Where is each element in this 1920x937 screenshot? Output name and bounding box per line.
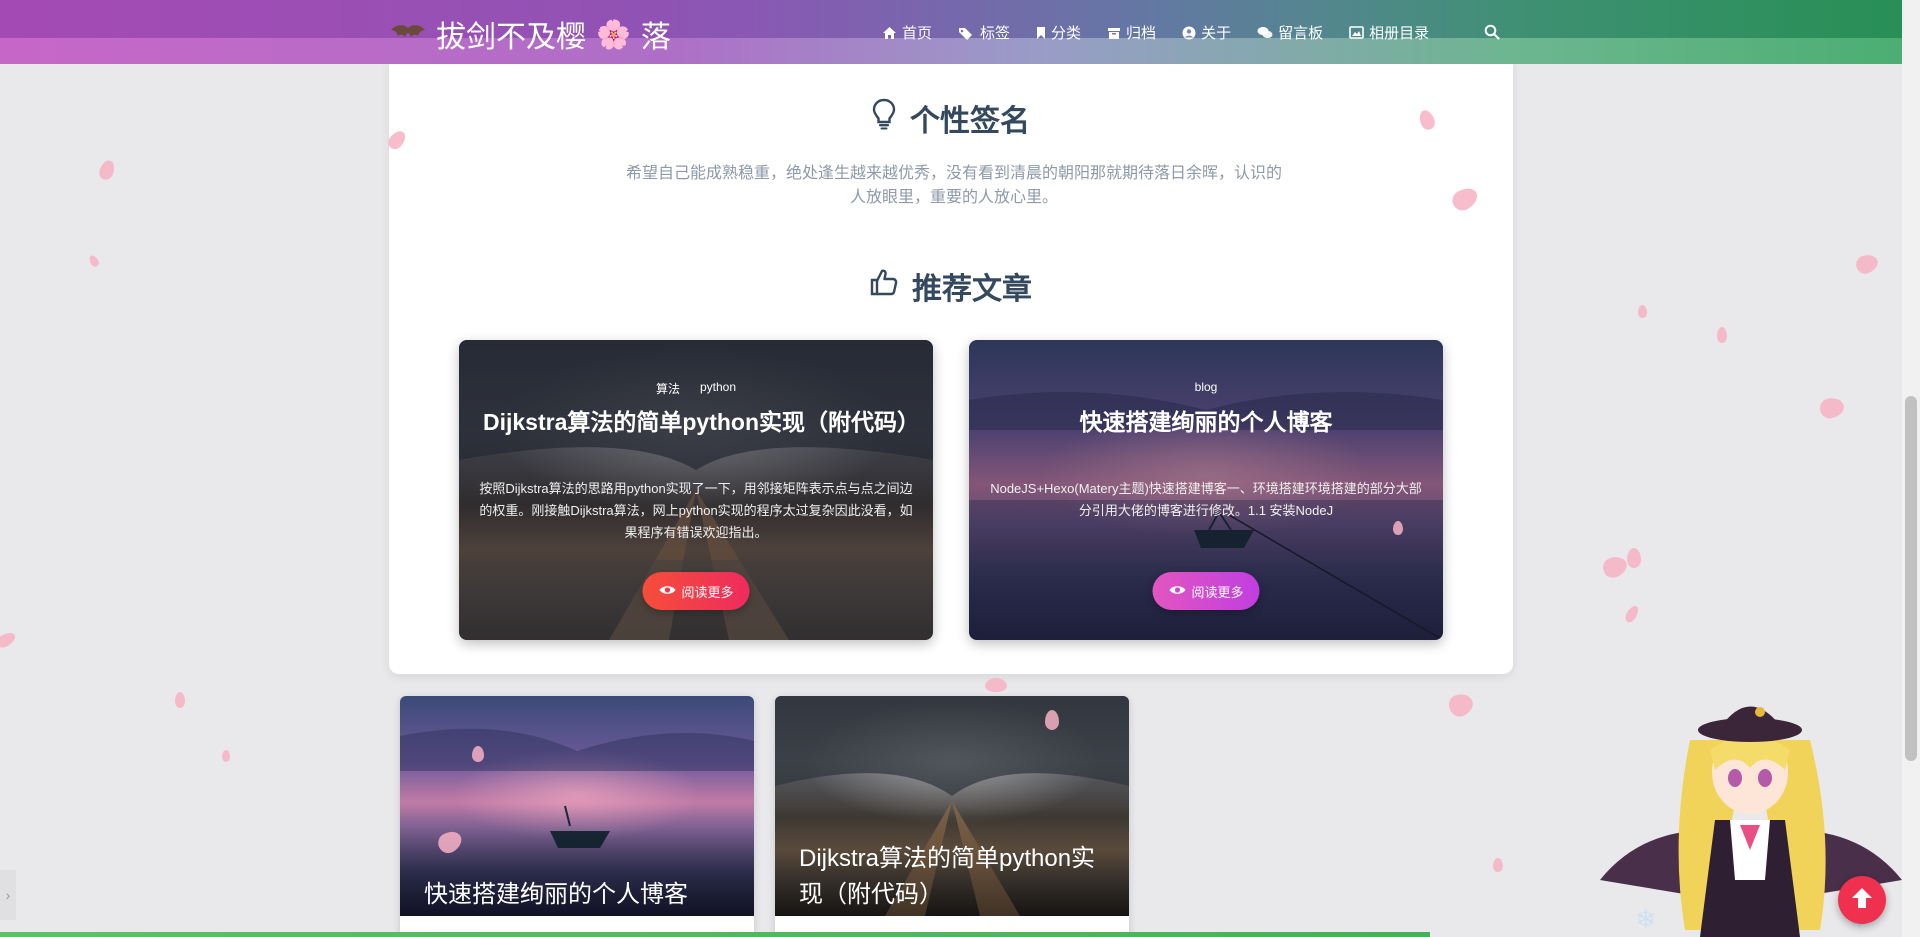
petal-decoration [472, 746, 484, 762]
article-title[interactable]: 快速搭建绚丽的个人博客 [424, 877, 730, 913]
nav-item-about[interactable]: 关于 [1182, 22, 1231, 43]
petal-decoration [1818, 396, 1846, 420]
site-brand[interactable]: 拔剑不及樱 🌸 落 [390, 14, 671, 54]
nav-item-home[interactable]: 首页 [882, 22, 932, 43]
petal-decoration [1393, 521, 1403, 535]
recommended-card-blog[interactable]: blog 快速搭建绚丽的个人博客 NodeJS+Hexo(Matery主题)快速… [969, 340, 1443, 640]
nav-menu: 首页 标签 分类 归档 关于 留言板 相册目录 [882, 22, 1429, 43]
tag-link[interactable]: 算法 [656, 380, 680, 397]
card-content: blog 快速搭建绚丽的个人博客 NodeJS+Hexo(Matery主题)快速… [969, 340, 1443, 640]
reading-progress-bar [0, 932, 1430, 937]
nav-item-label: 相册目录 [1369, 25, 1430, 42]
bookmark-icon [1036, 26, 1046, 40]
petal-decoration [1627, 548, 1641, 568]
petal-decoration [1717, 327, 1727, 343]
article-card-dijkstra[interactable]: Dijkstra算法的简单python实现（附代码） [775, 696, 1129, 937]
petal-decoration [1445, 690, 1477, 720]
nav-item-label: 归档 [1126, 25, 1157, 42]
card-title[interactable]: 快速搭建绚丽的个人博客 [993, 409, 1419, 435]
brand-title-suffix: 落 [640, 21, 671, 54]
recommended-card-dijkstra[interactable]: 算法 python Dijkstra算法的简单python实现（附代码） 按照D… [459, 340, 933, 640]
nav-item-tags[interactable]: 标签 [958, 22, 1010, 43]
chevron-right-icon: › [5, 887, 11, 903]
svg-text:❄: ❄ [1635, 904, 1657, 934]
nav-item-label: 关于 [1201, 25, 1232, 42]
petal-decoration [97, 158, 117, 182]
nav-item-label: 首页 [902, 25, 933, 42]
petal-decoration [175, 692, 185, 708]
cherry-blossom-icon: 🌸 [596, 18, 631, 50]
user-circle-icon [1182, 26, 1196, 40]
thumbs-up-icon [870, 268, 898, 304]
nav-item-guestbook[interactable]: 留言板 [1257, 22, 1323, 43]
arrow-up-icon [1849, 885, 1875, 916]
archive-icon [1107, 26, 1121, 40]
main-content-card: 个性签名 希望自己能成熟稳重，绝处逢生越来越优秀，没有看到清晨的朝阳那就期待落日… [389, 54, 1513, 674]
recommended-title: 推荐文章 [912, 273, 1032, 306]
article-title[interactable]: Dijkstra算法的简单python实现（附代码） [799, 841, 1105, 913]
tags-icon [958, 26, 975, 40]
nav-item-categories[interactable]: 分类 [1036, 22, 1081, 43]
nav-item-label: 留言板 [1278, 25, 1324, 42]
petal-decoration [1493, 858, 1503, 872]
top-navbar: 拔剑不及樱 🌸 落 首页 标签 分类 归档 关于 留言板 相册目录 [0, 0, 1902, 64]
petal-decoration [1638, 305, 1647, 318]
motto-title: 个性签名 [910, 105, 1030, 138]
card-title[interactable]: Dijkstra算法的简单python实现（附代码） [483, 409, 920, 435]
petal-decoration [0, 629, 18, 651]
home-icon [882, 26, 897, 40]
petal-decoration [1600, 553, 1630, 581]
article-card-blog[interactable]: 快速搭建绚丽的个人博客 [400, 696, 754, 937]
read-more-label: 阅读更多 [681, 584, 734, 600]
sidebar-toggle[interactable]: › [0, 870, 16, 920]
recommended-section-title: 推荐文章 [389, 264, 1513, 308]
search-icon[interactable] [1484, 24, 1500, 45]
page-scrollbar[interactable] [1902, 0, 1920, 937]
eye-icon [658, 584, 676, 599]
bat-logo-icon [390, 22, 426, 46]
card-tags: 算法 python [459, 380, 933, 397]
nav-item-albums[interactable]: 相册目录 [1349, 22, 1429, 43]
eye-icon [1168, 584, 1186, 599]
card-tags: blog [969, 380, 1443, 394]
petal-decoration [1045, 710, 1059, 730]
comments-icon [1257, 26, 1273, 40]
motto-text: 希望自己能成熟稳重，绝处逢生越来越优秀，没有看到清晨的朝阳那就期待落日余晖，认识… [625, 165, 1282, 206]
petal-decoration [87, 253, 101, 269]
card-description: 按照Dijkstra算法的思路用python实现了一下，用邻接矩阵表示点与点之间… [479, 481, 913, 540]
petal-decoration [1623, 603, 1641, 625]
read-more-button[interactable]: 阅读更多 [642, 572, 750, 610]
tag-link[interactable]: python [700, 380, 736, 397]
nav-item-label: 标签 [980, 25, 1011, 42]
nav-item-label: 分类 [1051, 25, 1082, 42]
petal-decoration [222, 750, 230, 762]
image-icon [1349, 26, 1364, 39]
petal-decoration [1853, 251, 1881, 277]
tag-link[interactable]: blog [1195, 380, 1218, 394]
scrollbar-thumb[interactable] [1905, 396, 1917, 761]
card-content: 算法 python Dijkstra算法的简单python实现（附代码） 按照D… [459, 340, 933, 640]
read-more-label: 阅读更多 [1191, 584, 1244, 600]
nav-item-archives[interactable]: 归档 [1107, 22, 1156, 43]
read-more-button[interactable]: 阅读更多 [1152, 572, 1260, 610]
brand-title: 拔剑不及樱 [436, 21, 586, 54]
card-description: NodeJS+Hexo(Matery主题)快速搭建博客一、环境搭建环境搭建的部分… [990, 481, 1422, 518]
lightbulb-icon [872, 98, 896, 138]
back-to-top-button[interactable] [1838, 876, 1886, 924]
petal-decoration [985, 678, 1007, 692]
motto-section-title: 个性签名 [389, 96, 1513, 140]
